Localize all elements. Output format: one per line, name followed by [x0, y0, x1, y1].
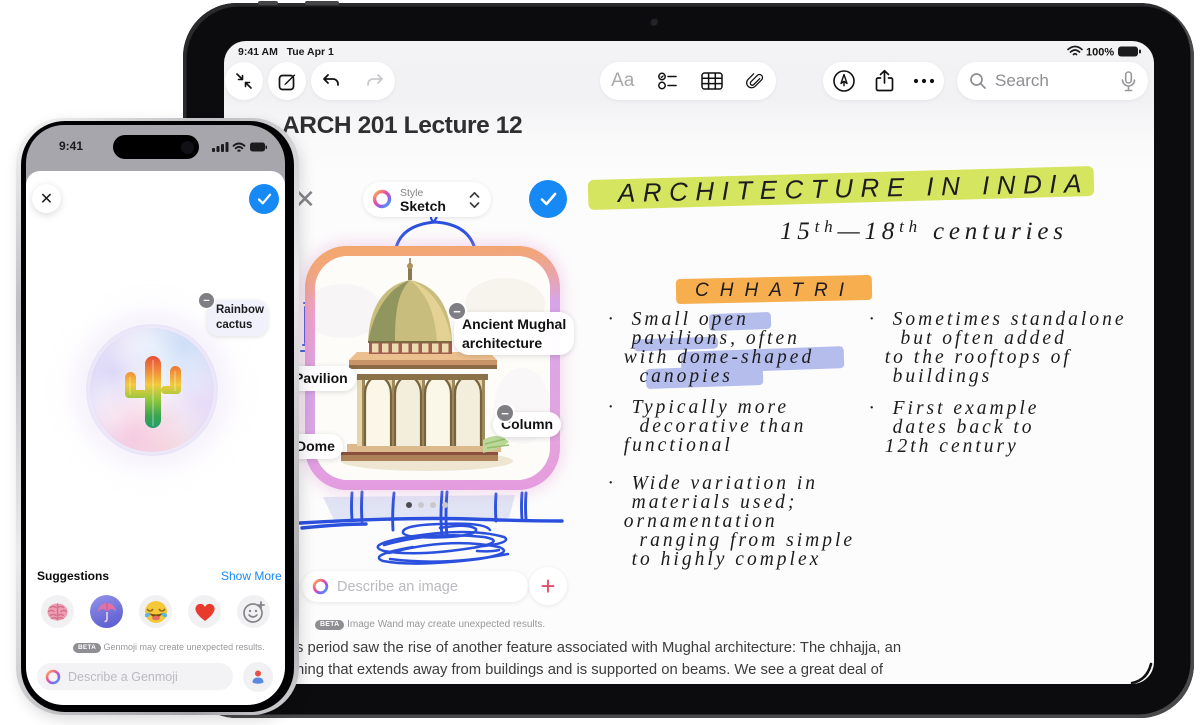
svg-text:100%: 100% — [1086, 47, 1114, 59]
